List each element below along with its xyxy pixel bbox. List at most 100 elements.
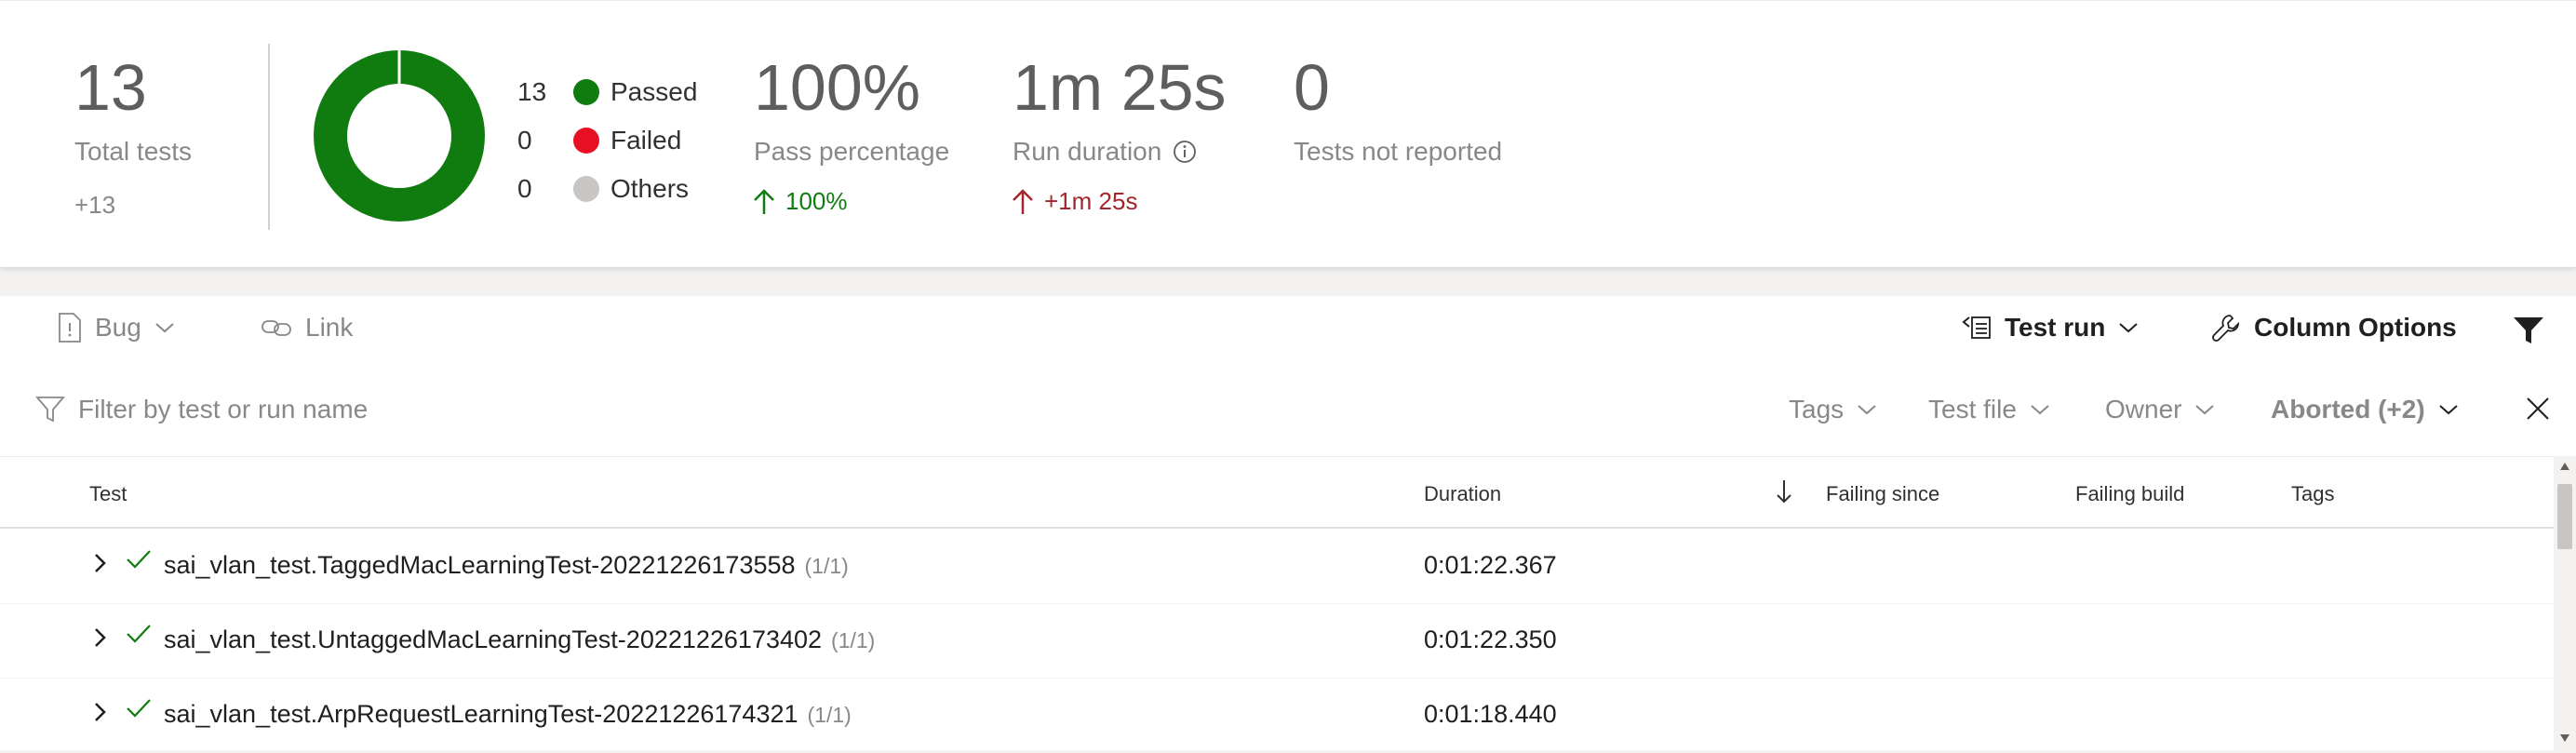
donut-passed-segment — [314, 50, 485, 222]
filter-solid-icon — [2514, 317, 2543, 343]
legend-others: 0 Others — [517, 174, 689, 204]
pass-percentage-value: 100% — [754, 51, 921, 124]
summary-divider — [268, 44, 270, 230]
bug-button-label: Bug — [95, 313, 141, 342]
sort-descending-icon[interactable] — [1776, 478, 1792, 510]
not-reported-label: Tests not reported — [1294, 137, 1503, 166]
outcome-dropdown[interactable]: Aborted (+2) — [2271, 395, 2459, 424]
legend-failed: 0 Failed — [517, 126, 681, 155]
total-tests-label: Total tests — [74, 137, 193, 166]
bug-button[interactable]: Bug — [58, 313, 175, 343]
test-name: sai_vlan_test.UntaggedMacLearningTest-20… — [164, 625, 823, 653]
test-name-cell: sai_vlan_test.TaggedMacLearningTest-2022… — [164, 551, 849, 580]
results-toolbar: Bug Link Test run Column Options — [0, 296, 2576, 368]
duration-cell: 0:01:22.367 — [1424, 551, 1557, 579]
legend-others-count: 0 — [517, 174, 532, 203]
run-duration-label: Run duration — [1013, 137, 1162, 166]
chevron-down-icon — [2195, 405, 2215, 415]
bug-icon — [59, 313, 81, 343]
legend-failed-count: 0 — [517, 126, 532, 155]
clear-filters-button[interactable] — [2526, 397, 2550, 421]
duration-cell: 0:01:22.350 — [1424, 625, 1557, 653]
chevron-down-icon — [1858, 405, 1876, 415]
chevron-right-icon[interactable] — [91, 624, 110, 652]
info-icon[interactable] — [1173, 140, 1197, 164]
arrow-up-icon — [1013, 188, 1033, 214]
test-run-grouping-button[interactable]: Test run — [1962, 313, 2139, 343]
scrollbar-thumb[interactable] — [2557, 484, 2572, 549]
owner-dropdown-label: Owner — [2105, 395, 2182, 424]
run-duration-delta-text: +1m 25s — [1044, 187, 1138, 215]
failed-dot-icon — [573, 128, 599, 154]
test-name-cell: sai_vlan_test.ArpRequestLearningTest-202… — [164, 700, 852, 729]
table-row[interactable]: sai_vlan_test.TaggedMacLearningTest-2022… — [0, 529, 2554, 604]
legend-passed-label: Passed — [610, 77, 698, 106]
column-options-button[interactable]: Column Options — [2211, 313, 2457, 343]
column-header-test[interactable]: Test — [89, 482, 127, 506]
filter-search-box[interactable]: Filter by test or run name — [35, 395, 368, 424]
pass-percentage-delta-text: 100% — [785, 187, 848, 215]
legend-others-label: Others — [610, 174, 690, 203]
test-summary-panel: 13 Total tests +13 13 Passed 0 Failed 0 … — [0, 0, 2576, 267]
test-run-count: (1/1) — [807, 703, 852, 727]
test-run-count: (1/1) — [831, 628, 876, 652]
total-tests-value: 13 — [74, 51, 147, 124]
link-button-label: Link — [305, 313, 354, 342]
run-duration-value: 1m 25s — [1013, 51, 1227, 124]
outcome-dropdown-label: Aborted (+2) — [2271, 395, 2425, 424]
scroll-up-arrow-icon[interactable] — [2559, 462, 2570, 471]
table-row[interactable]: sai_vlan_test.ArpRequestLearningTest-202… — [0, 678, 2554, 753]
test-name: sai_vlan_test.TaggedMacLearningTest-2022… — [164, 551, 796, 579]
others-dot-icon — [573, 176, 599, 202]
tags-dropdown[interactable]: Tags — [1789, 395, 1877, 424]
total-tests-delta: +13 — [74, 191, 116, 219]
test-file-dropdown[interactable]: Test file — [1928, 395, 2050, 424]
arrow-up-icon — [754, 188, 774, 214]
checkmark-icon — [127, 550, 151, 569]
legend-passed: 13 Passed — [517, 77, 697, 107]
owner-dropdown[interactable]: Owner — [2105, 395, 2215, 424]
checkmark-icon — [127, 625, 151, 643]
scroll-down-arrow-icon[interactable] — [2559, 733, 2570, 743]
pass-percentage-delta: 100% — [752, 187, 848, 216]
filter-icon — [35, 397, 65, 423]
chevron-right-icon[interactable] — [91, 549, 110, 577]
chevron-down-icon — [155, 323, 174, 333]
wrench-icon — [2212, 315, 2240, 342]
test-name-cell: sai_vlan_test.UntaggedMacLearningTest-20… — [164, 625, 875, 654]
duration-cell: 0:01:18.440 — [1424, 700, 1557, 728]
table-row[interactable]: sai_vlan_test.UntaggedMacLearningTest-20… — [0, 603, 2554, 679]
chevron-down-icon — [2119, 323, 2139, 333]
column-header-tags[interactable]: Tags — [2291, 482, 2334, 506]
chevron-down-icon — [2439, 405, 2458, 415]
test-run-label: Test run — [2005, 313, 2106, 342]
legend-passed-count: 13 — [517, 77, 547, 106]
run-duration-delta: +1m 25s — [1011, 187, 1137, 216]
filter-bar: Filter by test or run name Tags Test fil… — [0, 367, 2576, 457]
tags-dropdown-label: Tags — [1789, 395, 1845, 424]
checkmark-icon — [127, 699, 151, 718]
outcome-donut-chart — [314, 50, 485, 222]
close-icon — [2527, 397, 2549, 420]
test-name: sai_vlan_test.ArpRequestLearningTest-202… — [164, 700, 798, 728]
not-reported-value: 0 — [1294, 51, 1330, 124]
column-header-failing-since[interactable]: Failing since — [1826, 482, 1939, 506]
chevron-down-icon — [2031, 405, 2049, 415]
vertical-scrollbar[interactable] — [2554, 456, 2576, 750]
column-header-duration[interactable]: Duration — [1424, 482, 1501, 506]
column-header-failing-build[interactable]: Failing build — [2075, 482, 2184, 506]
link-icon — [262, 320, 291, 336]
filter-toggle-button[interactable] — [2513, 316, 2544, 344]
link-button[interactable]: Link — [261, 313, 353, 343]
passed-dot-icon — [573, 79, 599, 105]
filter-search-placeholder: Filter by test or run name — [78, 395, 369, 424]
column-options-label: Column Options — [2254, 313, 2457, 342]
run-duration-label-wrap: Run duration — [1013, 137, 1197, 167]
test-run-count: (1/1) — [804, 554, 849, 578]
results-table-header: Test Duration Failing since Failing buil… — [0, 456, 2554, 529]
test-file-dropdown-label: Test file — [1928, 395, 2017, 424]
pass-percentage-label: Pass percentage — [754, 137, 950, 166]
test-results-panel: Bug Link Test run Column Options Filter … — [0, 296, 2576, 753]
chevron-right-icon[interactable] — [91, 698, 110, 726]
legend-failed-label: Failed — [610, 126, 682, 155]
